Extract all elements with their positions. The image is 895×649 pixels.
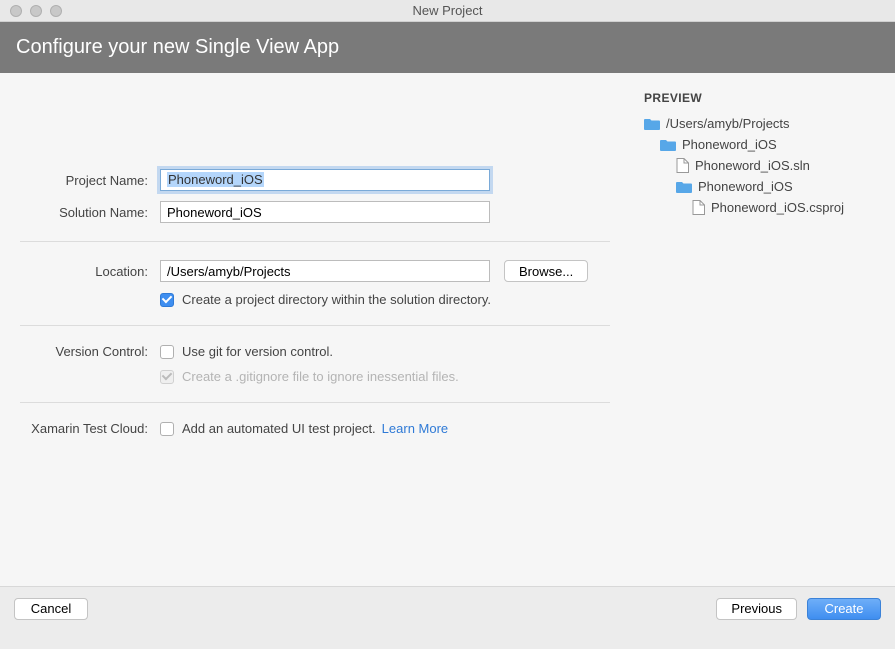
version-control-label: Version Control: xyxy=(20,344,160,359)
add-test-checkbox[interactable] xyxy=(160,422,174,436)
location-input[interactable] xyxy=(160,260,490,282)
traffic-lights xyxy=(0,5,62,17)
minimize-icon[interactable] xyxy=(30,5,42,17)
close-icon[interactable] xyxy=(10,5,22,17)
divider xyxy=(20,325,610,326)
create-dir-label: Create a project directory within the so… xyxy=(182,292,491,307)
preview-area: PREVIEW /Users/amyb/Projects Phoneword_i… xyxy=(630,73,895,586)
gitignore-label: Create a .gitignore file to ignore iness… xyxy=(182,369,459,384)
location-row: Location: Browse... xyxy=(20,260,610,282)
divider xyxy=(20,402,610,403)
file-icon xyxy=(676,158,689,173)
tree-row-root: /Users/amyb/Projects xyxy=(644,113,881,134)
use-git-checkbox[interactable] xyxy=(160,345,174,359)
tree-row-project-folder: Phoneword_iOS xyxy=(644,176,881,197)
folder-icon xyxy=(676,180,692,193)
learn-more-link[interactable]: Learn More xyxy=(382,421,448,436)
page-title: Configure your new Single View App xyxy=(16,36,339,58)
previous-button[interactable]: Previous xyxy=(716,598,797,620)
solution-name-row: Solution Name: xyxy=(20,201,610,223)
location-label: Location: xyxy=(20,264,160,279)
solution-name-label: Solution Name: xyxy=(20,205,160,220)
create-button[interactable]: Create xyxy=(807,598,881,620)
browse-button[interactable]: Browse... xyxy=(504,260,588,282)
tree-label: Phoneword_iOS xyxy=(698,179,793,194)
tree-label: Phoneword_iOS.csproj xyxy=(711,200,844,215)
file-icon xyxy=(692,200,705,215)
project-name-label: Project Name: xyxy=(20,173,160,188)
page-header: Configure your new Single View App xyxy=(0,22,895,73)
tree-label: /Users/amyb/Projects xyxy=(666,116,790,131)
gitignore-checkbox xyxy=(160,370,174,384)
test-cloud-row: Xamarin Test Cloud: Add an automated UI … xyxy=(20,421,610,436)
cancel-button[interactable]: Cancel xyxy=(14,598,88,620)
test-cloud-label: Xamarin Test Cloud: xyxy=(20,421,160,436)
divider xyxy=(20,241,610,242)
create-dir-row: Create a project directory within the so… xyxy=(20,292,610,307)
project-name-row: Project Name: Phoneword_iOS xyxy=(20,169,610,191)
zoom-icon[interactable] xyxy=(50,5,62,17)
preview-tree: /Users/amyb/Projects Phoneword_iOS Phone… xyxy=(644,113,881,218)
use-git-label: Use git for version control. xyxy=(182,344,333,359)
tree-row-solution-file: Phoneword_iOS.sln xyxy=(644,155,881,176)
create-dir-checkbox[interactable] xyxy=(160,293,174,307)
form-area: Project Name: Phoneword_iOS Solution Nam… xyxy=(0,73,630,586)
add-test-label: Add an automated UI test project. xyxy=(182,421,376,436)
preview-title: PREVIEW xyxy=(644,91,881,105)
project-name-input[interactable]: Phoneword_iOS xyxy=(160,169,490,191)
content-area: Project Name: Phoneword_iOS Solution Nam… xyxy=(0,73,895,586)
folder-icon xyxy=(660,138,676,151)
bottom-bar: Cancel Previous Create xyxy=(0,586,895,630)
tree-label: Phoneword_iOS xyxy=(682,137,777,152)
tree-row-solution-folder: Phoneword_iOS xyxy=(644,134,881,155)
gitignore-row: Create a .gitignore file to ignore iness… xyxy=(20,369,610,384)
window-title: New Project xyxy=(0,3,895,18)
use-git-row: Version Control: Use git for version con… xyxy=(20,344,610,359)
solution-name-input[interactable] xyxy=(160,201,490,223)
project-name-value: Phoneword_iOS xyxy=(167,172,264,187)
titlebar: New Project xyxy=(0,0,895,22)
folder-icon xyxy=(644,117,660,130)
tree-label: Phoneword_iOS.sln xyxy=(695,158,810,173)
tree-row-project-file: Phoneword_iOS.csproj xyxy=(644,197,881,218)
